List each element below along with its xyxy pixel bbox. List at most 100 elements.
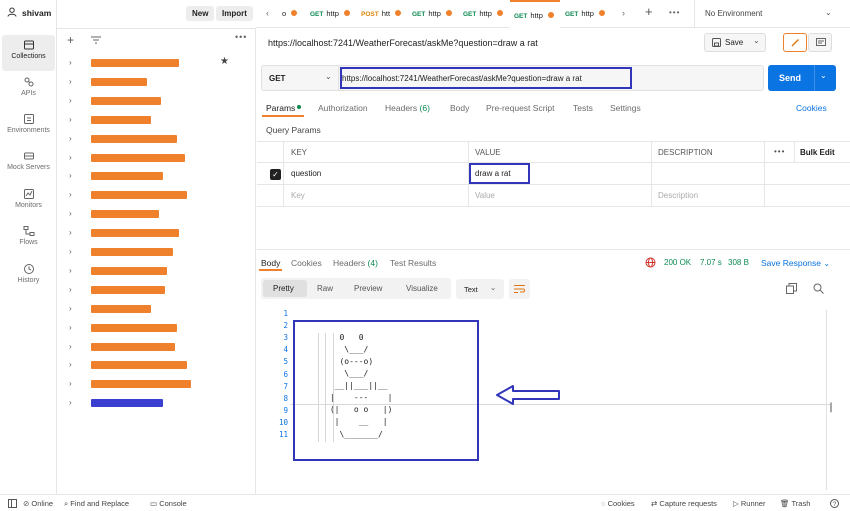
filter-icon[interactable] [91, 36, 101, 44]
new-tab-icon[interactable]: + [645, 4, 653, 19]
help-icon[interactable]: ? [830, 499, 839, 508]
comments-button[interactable] [808, 33, 832, 52]
collection-item[interactable]: › [65, 73, 245, 91]
tab-headers[interactable]: Headers (6) [385, 103, 430, 113]
capture-requests-button[interactable]: ⇄ Capture requests [651, 499, 717, 508]
collection-item[interactable]: › [65, 224, 245, 242]
cookies-link[interactable]: Cookies [796, 103, 827, 113]
search-icon[interactable] [813, 283, 824, 294]
chevron-right-icon[interactable]: › [69, 153, 77, 163]
rail-mock-servers[interactable]: Mock Servers [2, 146, 55, 182]
response-tab-headers[interactable]: Headers (4) [333, 258, 378, 268]
rail-environments[interactable]: Environments [2, 109, 55, 145]
more-options-icon[interactable]: ••• [235, 32, 247, 42]
chevron-down-icon[interactable]: ⌄ [825, 8, 832, 17]
star-icon[interactable]: ★ [220, 56, 229, 67]
rail-monitors[interactable]: Monitors [2, 184, 55, 220]
chevron-right-icon[interactable]: › [69, 360, 77, 370]
tab-partial[interactable]: o [278, 0, 306, 28]
collection-item[interactable]: › [65, 130, 245, 148]
chevron-right-icon[interactable]: › [69, 190, 77, 200]
visualize-button[interactable]: Visualize [406, 284, 438, 293]
collection-item[interactable]: › [65, 300, 245, 318]
tab-authorization[interactable]: Authorization [318, 103, 368, 113]
new-value-cell[interactable]: Value [469, 185, 652, 207]
chevron-right-icon[interactable]: › [69, 304, 77, 314]
tab-request[interactable]: GET http [561, 0, 611, 28]
import-button[interactable]: Import [216, 6, 253, 21]
tab-params[interactable]: Params [266, 103, 302, 113]
tab-request[interactable]: GET http [306, 0, 356, 28]
tabs-scroll-left-icon[interactable]: ‹ [266, 8, 269, 18]
collection-item[interactable]: › [65, 319, 245, 337]
chevron-right-icon[interactable]: › [69, 209, 77, 219]
scrollbar-track[interactable] [826, 310, 827, 490]
chevron-right-icon[interactable]: › [69, 247, 77, 257]
new-description-cell[interactable]: Description [652, 185, 765, 207]
collection-item[interactable]: › [65, 167, 245, 185]
bulk-edit-cell[interactable]: Bulk Edit [795, 141, 850, 163]
new-button[interactable]: New [186, 6, 215, 21]
response-tab-test-results[interactable]: Test Results [390, 258, 436, 268]
request-title[interactable]: https://localhost:7241/WeatherForecast/a… [268, 38, 538, 48]
chevron-right-icon[interactable]: › [69, 342, 77, 352]
tab-tests[interactable]: Tests [573, 103, 593, 113]
runner-button[interactable]: ▷ Runner [733, 499, 765, 508]
layout-icon[interactable] [8, 499, 17, 508]
chevron-down-icon[interactable]: ⌄ [820, 71, 827, 80]
save-button[interactable]: Save ⌄ [704, 33, 766, 52]
collection-item[interactable]: › [65, 149, 245, 167]
chevron-right-icon[interactable]: › [69, 379, 77, 389]
cookies-button[interactable]: ◌ Cookies [601, 499, 635, 508]
chevron-right-icon[interactable]: › [69, 58, 77, 68]
preview-button[interactable]: Preview [354, 284, 382, 293]
response-tab-cookies[interactable]: Cookies [291, 258, 322, 268]
rail-apis[interactable]: APIs [2, 72, 55, 108]
tab-request[interactable]: GET http [459, 0, 509, 28]
method-select[interactable]: GET ⌄ [262, 66, 339, 90]
chevron-right-icon[interactable]: › [69, 115, 77, 125]
param-description-cell[interactable] [652, 163, 765, 185]
chevron-right-icon[interactable]: › [69, 398, 77, 408]
pretty-button[interactable]: Pretty [263, 280, 307, 297]
workspace-name[interactable]: shivam [22, 8, 51, 18]
tab-request-active[interactable]: GET http [510, 0, 560, 28]
param-key-cell[interactable]: question [284, 163, 469, 185]
tab-request[interactable]: GET http [408, 0, 458, 28]
chevron-down-icon[interactable]: ⌄ [753, 36, 760, 45]
wrap-lines-button[interactable] [509, 279, 530, 299]
new-key-cell[interactable]: Key [284, 185, 469, 207]
trash-button[interactable]: 🗑 Trash [780, 499, 810, 508]
tab-request[interactable]: POST htt [357, 0, 407, 28]
chevron-right-icon[interactable]: › [69, 266, 77, 276]
row-checkbox[interactable]: ✓ [270, 169, 281, 180]
tab-body[interactable]: Body [450, 103, 469, 113]
collection-item[interactable]: › [65, 111, 245, 129]
chevron-right-icon[interactable]: › [69, 96, 77, 106]
tab-pre-request-script[interactable]: Pre-request Script [486, 103, 555, 113]
add-collection-icon[interactable]: + [67, 33, 74, 47]
pane-divider[interactable] [257, 249, 850, 250]
collection-item[interactable]: › [65, 205, 245, 223]
environment-select[interactable]: No Environment [705, 9, 762, 18]
chevron-right-icon[interactable]: › [69, 134, 77, 144]
raw-button[interactable]: Raw [317, 284, 333, 293]
tab-options-icon[interactable]: ••• [669, 8, 680, 17]
collection-item[interactable]: › [65, 92, 245, 110]
tab-settings[interactable]: Settings [610, 103, 641, 113]
edit-button[interactable] [783, 33, 807, 52]
copy-icon[interactable] [786, 283, 797, 294]
chevron-right-icon[interactable]: › [69, 228, 77, 238]
chevron-right-icon[interactable]: › [69, 285, 77, 295]
collection-item[interactable]: › [65, 243, 245, 261]
collection-item[interactable]: › ★ [65, 54, 245, 72]
send-button[interactable]: Send ⌄ [768, 65, 836, 91]
find-replace-button[interactable]: ⌕ Find and Replace [64, 499, 129, 509]
collection-item[interactable]: › [65, 375, 245, 393]
format-select[interactable]: Text ⌄ [456, 279, 504, 299]
collection-item[interactable]: › [65, 356, 245, 374]
save-response-button[interactable]: Save Response ⌄ [761, 258, 830, 268]
rail-collections[interactable]: Collections [2, 35, 55, 71]
collection-item[interactable]: › [65, 281, 245, 299]
collection-item[interactable]: › [65, 338, 245, 356]
